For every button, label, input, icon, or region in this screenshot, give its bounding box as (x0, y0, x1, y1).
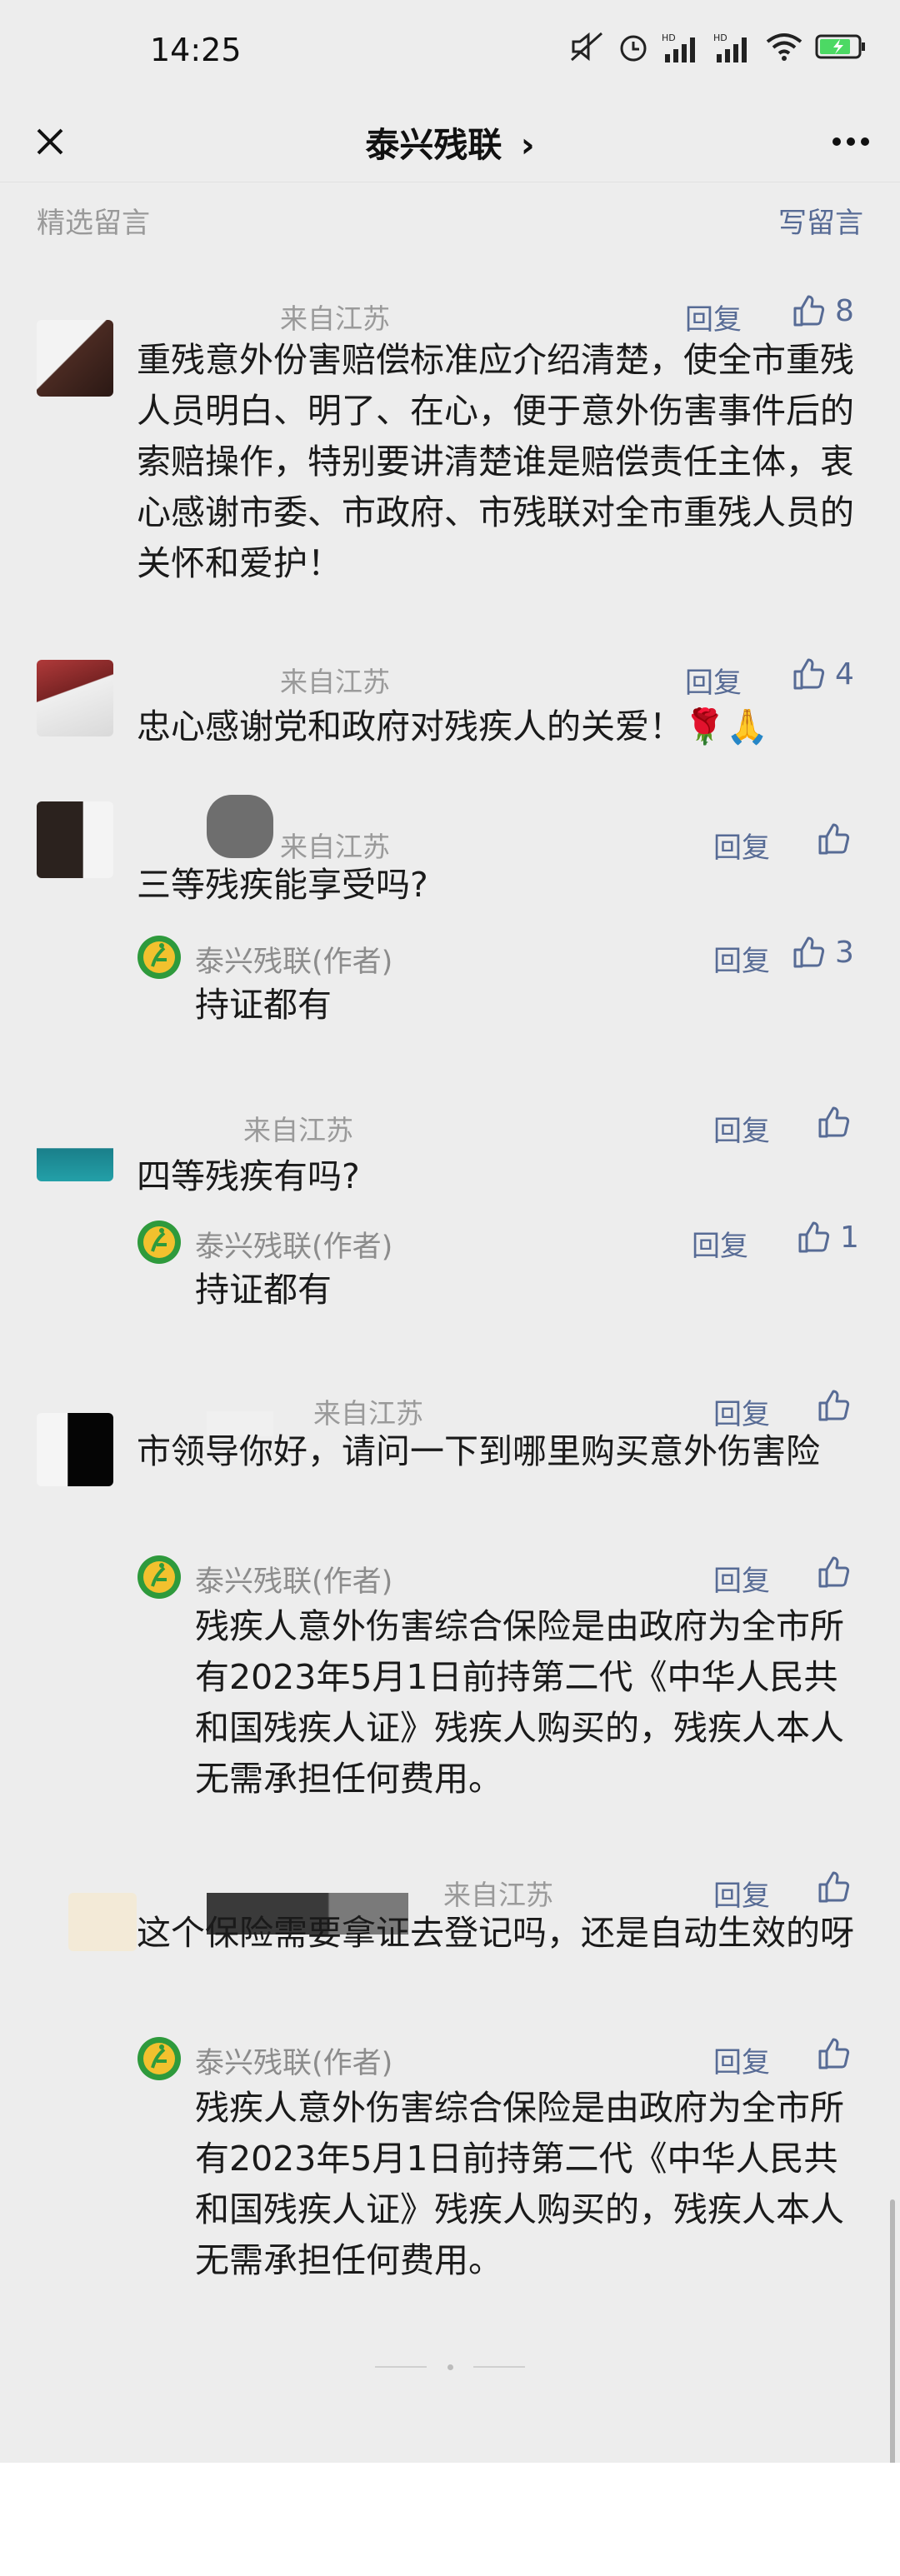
svg-text:HD: HD (713, 32, 728, 43)
like-button[interactable] (817, 821, 852, 856)
comment-location: 来自江苏 (243, 1114, 353, 1146)
author-reply-header: 泰兴残联(作者) 回复 (137, 2036, 858, 2086)
status-bar: 14:25 HD HD (0, 0, 900, 102)
avatar[interactable] (37, 1413, 113, 1486)
divider-line (473, 2366, 525, 2368)
comment-text: 四等残疾有吗? (137, 1156, 360, 1196)
comment-text: 这个保险需要拿证去登记吗，还是自动生效的呀 (137, 1913, 854, 1953)
author-name: 泰兴残联(作者) (195, 946, 393, 979)
thumbs-up-icon (818, 2038, 850, 2069)
like-count: 8 (835, 293, 854, 328)
federation-logo-icon (138, 2037, 181, 2080)
author-name: 泰兴残联(作者) (195, 1565, 393, 1599)
comment-text: 忠心感谢党和政府对残疾人的关爱！🌹🙏 (137, 706, 769, 746)
redacted-name (207, 795, 273, 858)
mute-icon (571, 32, 602, 62)
like-count: 1 (840, 1220, 859, 1255)
federation-logo-icon (138, 936, 181, 979)
comment-location: 来自江苏 (280, 666, 390, 698)
status-icons: HD HD (568, 30, 867, 63)
thumbs-up-icon (818, 1871, 850, 1903)
reply-button[interactable]: 回复 (685, 297, 742, 337)
thumbs-up-icon (818, 1390, 850, 1421)
author-name: 泰兴残联(作者) (195, 1231, 393, 1264)
reply-button[interactable]: 回复 (713, 1558, 770, 1599)
avatar[interactable] (37, 801, 113, 878)
comments-header: 精选留言 写留言 (37, 200, 863, 242)
like-button[interactable]: 8 (792, 293, 854, 328)
status-time: 14:25 (150, 32, 242, 68)
end-of-list-indicator (0, 2363, 900, 2371)
signal-2-icon: HD (713, 32, 747, 62)
like-button[interactable]: 3 (792, 935, 854, 970)
write-comment-button[interactable]: 写留言 (778, 200, 863, 241)
bottom-bar (0, 2463, 900, 2576)
nav-bar: 泰兴残联 › (0, 102, 900, 182)
reply-button[interactable]: 回复 (713, 938, 770, 979)
avatar[interactable] (68, 1893, 137, 1951)
alarm-icon (620, 35, 647, 62)
thumbs-up-icon (793, 658, 825, 690)
reply-button[interactable]: 回复 (713, 1108, 770, 1149)
featured-comments-title: 精选留言 (37, 207, 150, 240)
like-count: 3 (835, 935, 854, 970)
thumbs-up-icon (818, 823, 850, 855)
like-button[interactable] (817, 1555, 860, 1590)
avatar[interactable] (37, 320, 113, 397)
svg-text:HD: HD (662, 32, 676, 43)
avatar[interactable] (37, 1140, 113, 1181)
thumbs-up-icon (818, 1556, 850, 1588)
scrollbar[interactable] (890, 2199, 895, 2466)
federation-logo-icon (138, 1221, 181, 1264)
like-button[interactable]: 1 (797, 1220, 859, 1255)
like-button[interactable] (817, 2036, 860, 2071)
author-reply-header: 泰兴残联(作者) 回复 3 (137, 935, 858, 985)
like-button[interactable] (817, 1870, 852, 1905)
federation-logo-icon (138, 1555, 181, 1599)
comment-location: 来自江苏 (280, 302, 390, 335)
author-reply-text: 持证都有 (195, 1270, 332, 1310)
like-count: 4 (835, 656, 854, 691)
comment-location: 来自江苏 (280, 831, 390, 863)
signal-1-icon: HD (662, 32, 695, 62)
author-name: 泰兴残联(作者) (195, 2047, 393, 2080)
author-reply-text: 残疾人意外伤害综合保险是由政府为全市所有2023年5月1日前持第二代《中华人民共… (195, 2088, 844, 2280)
thumbs-up-icon (818, 1106, 850, 1138)
battery-icon (815, 34, 865, 59)
avatar[interactable] (37, 660, 113, 736)
author-reply-text: 残疾人意外伤害综合保险是由政府为全市所有2023年5月1日前持第二代《中华人民共… (195, 1606, 844, 1799)
more-dots-icon (832, 137, 869, 146)
chevron-right-icon: › (520, 125, 535, 165)
thumbs-up-icon (798, 1221, 830, 1253)
like-button[interactable]: 4 (792, 656, 854, 691)
wifi-icon (766, 33, 802, 61)
comment-text: 三等残疾能享受吗? (137, 865, 428, 905)
more-button[interactable] (822, 117, 880, 167)
reply-button[interactable]: 回复 (713, 2039, 770, 2080)
comment-location: 来自江苏 (313, 1397, 423, 1430)
author-reply-text: 持证都有 (195, 985, 332, 1025)
like-button[interactable] (817, 1105, 852, 1140)
comment-location: 来自江苏 (443, 1879, 553, 1911)
like-button[interactable] (817, 1388, 852, 1423)
thumbs-up-icon (793, 295, 825, 327)
reply-button[interactable]: 回复 (692, 1223, 748, 1264)
comment-text: 市领导你好，请问一下到哪里购买意外伤害险 (137, 1431, 820, 1471)
account-title[interactable]: 泰兴残联 › (0, 117, 900, 167)
divider-line (375, 2366, 427, 2368)
thumbs-up-icon (793, 936, 825, 968)
author-reply-header: 泰兴残联(作者) 回复 (137, 1555, 858, 1605)
divider-dot (448, 2364, 453, 2370)
reply-button[interactable]: 回复 (685, 660, 742, 701)
comment-text: 重残意外份害赔偿标准应介绍清楚，使全市重残人员明白、明了、在心，便于意外伤害事件… (137, 340, 854, 583)
author-reply-header: 泰兴残联(作者) 回复 1 (137, 1220, 859, 1270)
account-name: 泰兴残联 (365, 125, 502, 165)
